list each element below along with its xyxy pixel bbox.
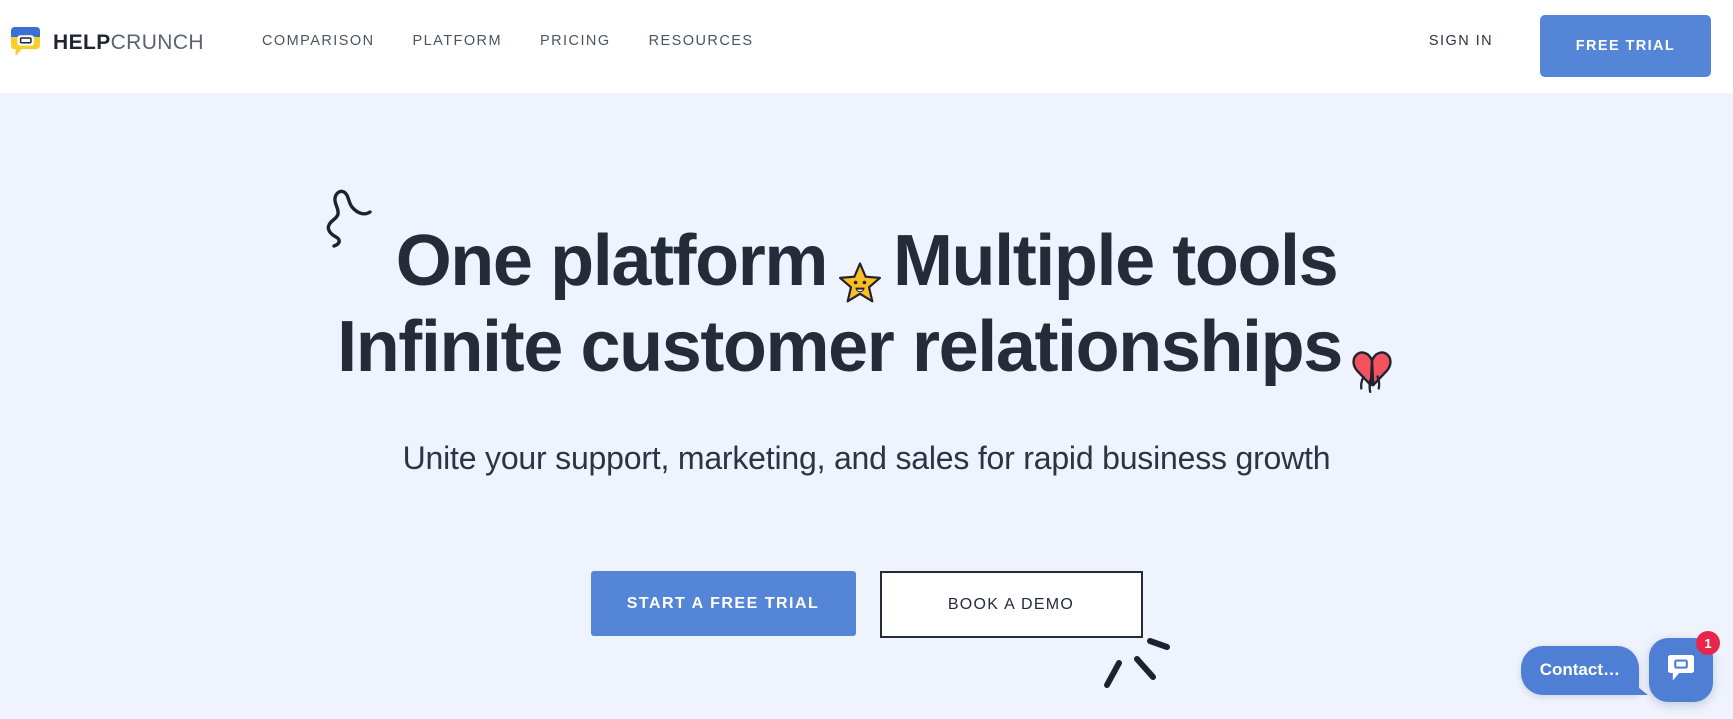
headline-line-1-before: One platform <box>395 221 829 301</box>
headline-line-2: Infinite customer relationships <box>0 304 1733 394</box>
cta-row: START A FREE TRIAL BOOK A DEMO <box>0 571 1733 638</box>
start-free-trial-button[interactable]: START A FREE TRIAL <box>590 571 856 636</box>
site-header: HELP CRUNCH COMPARISON PLATFORM PRICING R… <box>0 0 1733 93</box>
sparkle-burst-doodle <box>1097 633 1187 716</box>
glowing-star-emoji <box>837 239 883 303</box>
nav-item-comparison[interactable]: COMPARISON <box>262 33 375 49</box>
hero-section: One platform Multiple tools Infinite cust… <box>0 93 1733 719</box>
headline-line-1-after: Multiple tools <box>892 221 1339 301</box>
headline-line-2-text: Infinite customer relationships <box>337 307 1343 387</box>
headline-line-1: One platform Multiple tools <box>0 218 1733 304</box>
nav-item-resources[interactable]: RESOURCES <box>649 33 754 49</box>
page-subtitle: Unite your support, marketing, and sales… <box>402 440 1331 476</box>
nav-item-platform[interactable]: PLATFORM <box>413 33 502 49</box>
book-demo-button[interactable]: BOOK A DEMO <box>879 571 1143 638</box>
logo[interactable]: HELP CRUNCH <box>8 24 204 60</box>
chat-widget: Contact… 1 <box>1520 631 1720 702</box>
sign-in-link[interactable]: SIGN IN <box>1429 33 1493 49</box>
logo-text: HELP CRUNCH <box>53 32 204 53</box>
beating-heart-emoji <box>1348 328 1396 394</box>
chat-unread-badge: 1 <box>1696 631 1720 655</box>
page-title: One platform Multiple tools Infinite cust… <box>0 218 1733 394</box>
chat-greeting-bubble[interactable]: Contact… <box>1520 645 1649 695</box>
nav-item-pricing[interactable]: PRICING <box>540 33 611 49</box>
chat-launcher-button[interactable]: 1 <box>1649 631 1720 702</box>
logo-text-crunch: CRUNCH <box>110 30 205 54</box>
speech-bubble-logo-icon <box>8 24 44 60</box>
free-trial-button[interactable]: FREE TRIAL <box>1540 15 1711 77</box>
logo-text-help: HELP <box>53 30 111 54</box>
chat-bubble-icon <box>1664 651 1698 690</box>
main-navigation: COMPARISON PLATFORM PRICING RESOURCES <box>262 33 754 49</box>
